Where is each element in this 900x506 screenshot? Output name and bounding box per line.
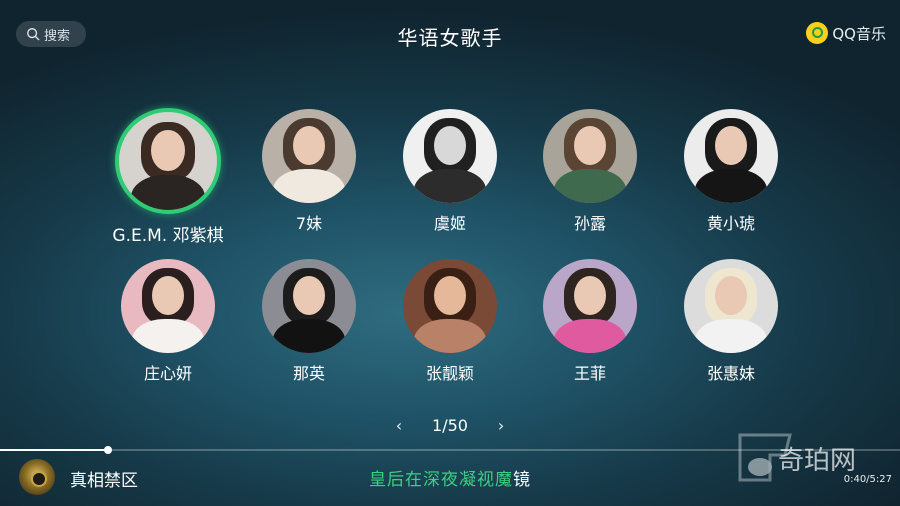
singer-name: 孙露 [573, 214, 606, 233]
lyric-highlight: 皇后在深夜凝视魔 [369, 470, 513, 490]
watermark-text: 奇珀网 [778, 446, 857, 476]
singer-card[interactable]: G.E.M. 邓紫棋 [98, 108, 238, 246]
singer-avatar [403, 259, 497, 353]
singer-name: 那英 [292, 364, 325, 383]
singer-name: 张惠妹 [706, 364, 755, 383]
singer-avatar [684, 259, 778, 353]
singer-card[interactable]: 张靓颖 [380, 259, 520, 384]
singer-avatar [543, 109, 637, 203]
singer-card[interactable]: 张惠妹 [661, 259, 801, 384]
singer-name: 庄心妍 [143, 364, 192, 383]
singer-avatar [684, 109, 778, 203]
chevron-left-icon[interactable]: ‹ [389, 416, 409, 435]
singer-avatar [121, 259, 215, 353]
singer-grid: G.E.M. 邓紫棋 7妹 虞姬 孙露 黄小琥 庄心妍 那英 张靓颖 王菲 张惠… [0, 0, 900, 400]
singer-name: 张靓颖 [425, 364, 474, 383]
singer-name: 黄小琥 [706, 214, 755, 233]
singer-card[interactable]: 黄小琥 [661, 109, 801, 234]
singer-card[interactable]: 庄心妍 [98, 259, 238, 384]
singer-avatar [115, 108, 221, 214]
singer-name: 虞姬 [433, 214, 466, 233]
singer-card[interactable]: 王菲 [520, 259, 660, 384]
progress-knob[interactable] [104, 446, 112, 454]
singer-avatar [543, 259, 637, 353]
singer-name: 7妹 [295, 214, 323, 233]
singer-card[interactable]: 那英 [239, 259, 379, 384]
playback-time: 0:40/5:27 [843, 474, 892, 485]
progress-fill [0, 449, 108, 451]
singer-name: 王菲 [573, 364, 606, 383]
singer-card[interactable]: 孙露 [520, 109, 660, 234]
chevron-right-icon[interactable]: › [491, 416, 511, 435]
singer-avatar [262, 259, 356, 353]
singer-name: G.E.M. 邓紫棋 [112, 226, 224, 246]
singer-avatar [403, 109, 497, 203]
page-indicator: 1/50 [432, 416, 468, 435]
singer-card[interactable]: 7妹 [239, 109, 379, 234]
lyric-rest: 镜 [513, 470, 531, 490]
singer-card[interactable]: 虞姬 [380, 109, 520, 234]
singer-avatar [262, 109, 356, 203]
